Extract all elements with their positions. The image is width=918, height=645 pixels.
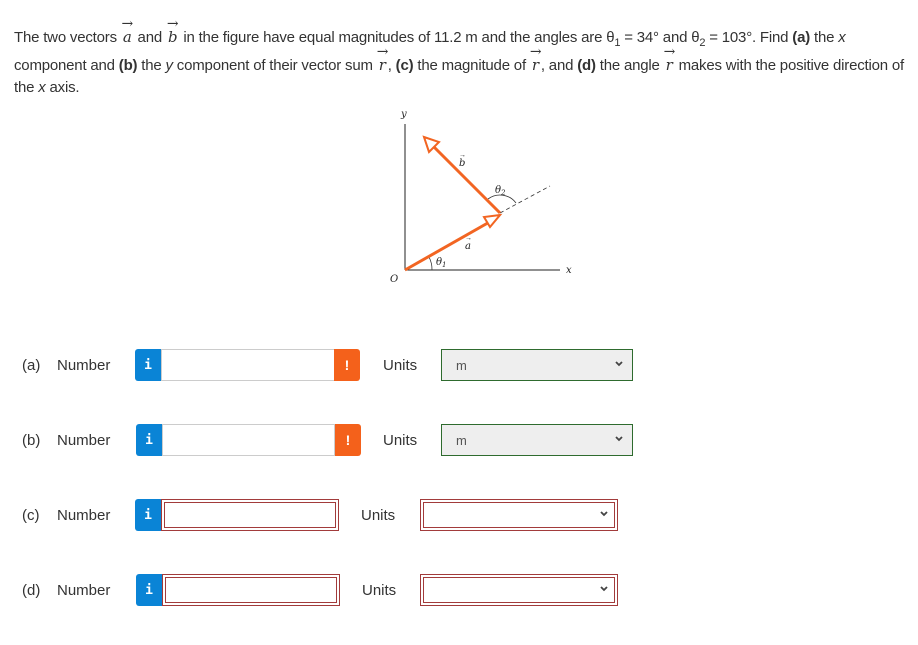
part-c-marker: (c) xyxy=(395,57,414,74)
number-label: Number xyxy=(57,357,111,374)
units-selected-value: m xyxy=(456,357,467,373)
chevron-down-icon xyxy=(615,361,623,367)
part-label: (c) xyxy=(22,507,40,524)
question-segment: component of their vector sum xyxy=(172,57,377,74)
vector-b-label-arrow: → xyxy=(459,152,466,159)
warning-icon[interactable]: ! xyxy=(334,349,360,381)
vector-a xyxy=(404,218,494,272)
answer-b-number-input[interactable] xyxy=(162,424,335,456)
question-segment: the angle xyxy=(595,57,664,74)
part-label: (a) xyxy=(22,357,41,374)
theta1-label: θ1 xyxy=(436,257,447,269)
italic-var: x xyxy=(838,29,846,46)
question-segment: the magnitude of xyxy=(413,57,530,74)
x-axis-label: x xyxy=(566,265,572,276)
info-icon[interactable]: i xyxy=(136,424,162,456)
answer-d-units-select[interactable] xyxy=(420,574,618,606)
question-segment: The two vectors xyxy=(14,29,121,46)
italic-var: x xyxy=(38,79,46,96)
question-segment: in the figure have equal magnitudes of 1… xyxy=(179,29,615,46)
answer-a-number-input[interactable] xyxy=(161,349,335,381)
part-d-marker: (d) xyxy=(577,57,596,74)
units-label: Units xyxy=(362,582,397,599)
chevron-down-icon xyxy=(600,511,608,517)
units-label: Units xyxy=(383,432,418,449)
answer-b-units-select[interactable]: m xyxy=(441,424,633,456)
y-axis-label: y xyxy=(400,109,407,120)
vector-r-symbol: r xyxy=(664,41,675,76)
part-b-marker: (b) xyxy=(118,57,138,74)
answer-row-a: (a) Number i ! Units m xyxy=(0,349,918,383)
warning-icon[interactable]: ! xyxy=(335,424,361,456)
vector-a-extension xyxy=(499,185,551,214)
question-segment: component and xyxy=(14,57,119,74)
vector-a-symbol: a xyxy=(121,13,134,48)
answer-c-number-input[interactable] xyxy=(161,499,339,531)
units-label: Units xyxy=(361,507,396,524)
units-selected-value: m xyxy=(456,432,467,448)
number-label: Number xyxy=(57,432,111,449)
question-segment: axis. xyxy=(45,79,80,96)
chevron-down-icon xyxy=(600,586,608,592)
vector-r-symbol: r xyxy=(530,41,541,76)
number-label: Number xyxy=(57,507,111,524)
question-segment: , xyxy=(387,57,396,74)
info-icon[interactable]: i xyxy=(135,499,161,531)
question-text: The two vectors a and b in the figure ha… xyxy=(14,13,904,99)
answer-row-b: (b) Number i ! Units m xyxy=(0,424,918,458)
question-segment: the xyxy=(137,57,166,74)
vector-a-label: a xyxy=(465,241,471,252)
part-label: (b) xyxy=(22,432,41,449)
info-icon[interactable]: i xyxy=(135,349,161,381)
question-segment: the xyxy=(810,29,839,46)
answer-d-number-input[interactable] xyxy=(162,574,340,606)
part-label: (d) xyxy=(22,582,41,599)
answer-c-units-select[interactable] xyxy=(420,499,618,531)
answer-a-units-select[interactable]: m xyxy=(441,349,633,381)
chevron-down-icon xyxy=(615,436,623,442)
vector-b-label: b xyxy=(459,158,465,169)
theta2-label: θ2 xyxy=(495,185,506,197)
question-segment: = 34° and θ xyxy=(620,29,700,46)
vector-a-label-arrow: → xyxy=(465,235,472,242)
italic-var: y xyxy=(165,57,174,74)
info-icon[interactable]: i xyxy=(136,574,162,606)
question-segment: = 103°. Find xyxy=(705,29,793,46)
vector-figure: y x O θ1 θ2 a → b → xyxy=(390,109,572,285)
units-label: Units xyxy=(383,357,418,374)
origin-label: O xyxy=(390,274,398,285)
answer-row-c: (c) Number i Units xyxy=(0,499,918,533)
vector-b-symbol: b xyxy=(166,13,180,48)
theta1-arc xyxy=(428,256,433,271)
question-segment: and xyxy=(133,29,166,46)
answer-row-d: (d) Number i Units xyxy=(0,574,918,608)
number-label: Number xyxy=(57,582,111,599)
part-a-marker: (a) xyxy=(792,29,811,46)
question-segment: , and xyxy=(540,57,578,74)
vector-r-symbol: r xyxy=(377,41,388,76)
